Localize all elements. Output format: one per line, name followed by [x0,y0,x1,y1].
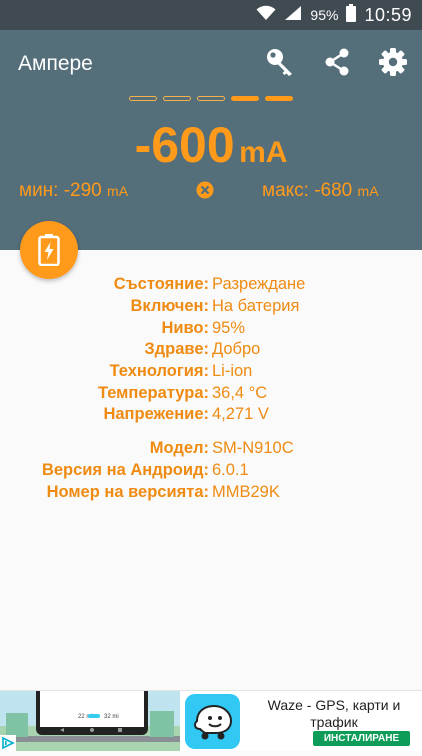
battery-icon [346,3,357,27]
ad-banner[interactable]: 22 min 32 mi Waze - GPS, карти и трафик … [0,690,422,751]
ad-title: Waze - GPS, карти и трафик [267,697,401,730]
ad-install-button[interactable]: ИНСТАЛИРАНЕ [313,731,410,746]
current-reading: -600 mA [0,116,422,174]
app-title: Ампере [18,52,93,75]
info-value: MMB29K [212,482,280,501]
close-circle-icon [196,181,214,199]
ad-choices-icon[interactable] [0,735,16,751]
max-unit: mA [357,183,379,199]
ad-screenshot: 22 min 32 mi [0,691,180,751]
info-label: Технология: [109,362,209,381]
info-value: Добро [212,340,261,359]
info-row-voltage: Напрежение: 4,271 V [0,404,422,426]
info-row-health: Здраве: Добро [0,339,422,361]
min-unit: mA [107,183,129,199]
level-segment [197,96,225,101]
wifi-icon [256,5,276,26]
share-icon [325,48,349,76]
waze-logo [185,694,240,749]
max-reading: макс: -680 mA [262,180,379,202]
info-value: 4,271 V [212,405,269,424]
info-row-technology: Технология: Li-ion [0,361,422,383]
clock: 10:59 [364,4,412,25]
max-value: макс: -680 [262,180,353,201]
min-reading: мин: -290 mA [19,180,128,202]
level-segment [163,96,191,101]
level-segment [265,96,293,101]
reset-minmax-button[interactable] [196,181,214,199]
info-row-build-number: Номер на версията: MMB29K [0,481,422,503]
battery-fab[interactable] [20,221,78,279]
info-value: Li-ion [212,362,253,381]
info-label: Състояние: [113,275,209,294]
signal-icon [284,5,302,26]
gear-icon [379,48,407,76]
info-label: Включен: [130,297,209,316]
info-value: Разреждане [212,275,306,294]
ad-map-image: 22 min 32 mi [0,691,180,751]
info-label: Ниво: [161,318,209,337]
info-row-model: Модел: SM-N910C [0,438,422,460]
level-segment [231,96,259,101]
settings-button[interactable] [377,46,409,78]
level-indicator [129,96,293,101]
level-segment [129,96,157,101]
current-unit: mA [239,136,288,169]
key-button[interactable] [264,46,296,78]
info-label: Напрежение: [103,405,209,424]
info-row-status: Състояние: Разреждане [0,274,422,296]
info-row-level: Ниво: 95% [0,317,422,339]
share-button[interactable] [321,46,353,78]
info-value: На батерия [212,297,300,316]
info-value: SM-N910C [212,439,294,458]
info-label: Модел: [149,439,209,458]
info-label: Номер на версията: [46,482,209,501]
info-row-temperature: Температура: 36,4 °C [0,382,422,404]
key-icon [267,49,292,76]
info-row-plugged: Включен: На батерия [0,296,422,318]
info-label: Здраве: [144,340,209,359]
info-row-android-version: Версия на Андроид: 6.0.1 [0,460,422,482]
battery-info: Състояние: Разреждане Включен: На батери… [0,274,422,503]
status-bar: 95% 10:59 [0,0,422,30]
info-label: Температура: [97,383,209,402]
min-value: мин: -290 [19,180,102,201]
info-label: Версия на Андроид: [41,460,209,479]
info-value: 36,4 °C [212,383,268,402]
battery-percent: 95% [310,7,339,23]
app-header: Ампере -600 mA мин: -290 mA макс: -680 m… [0,30,422,250]
battery-charging-icon [38,234,60,266]
current-value: -600 [134,117,235,173]
info-value: 6.0.1 [212,460,249,479]
status-icons: 95% 10:59 [256,3,412,27]
ad-distance-text: 32 mi [104,714,119,720]
info-value: 95% [212,318,246,337]
